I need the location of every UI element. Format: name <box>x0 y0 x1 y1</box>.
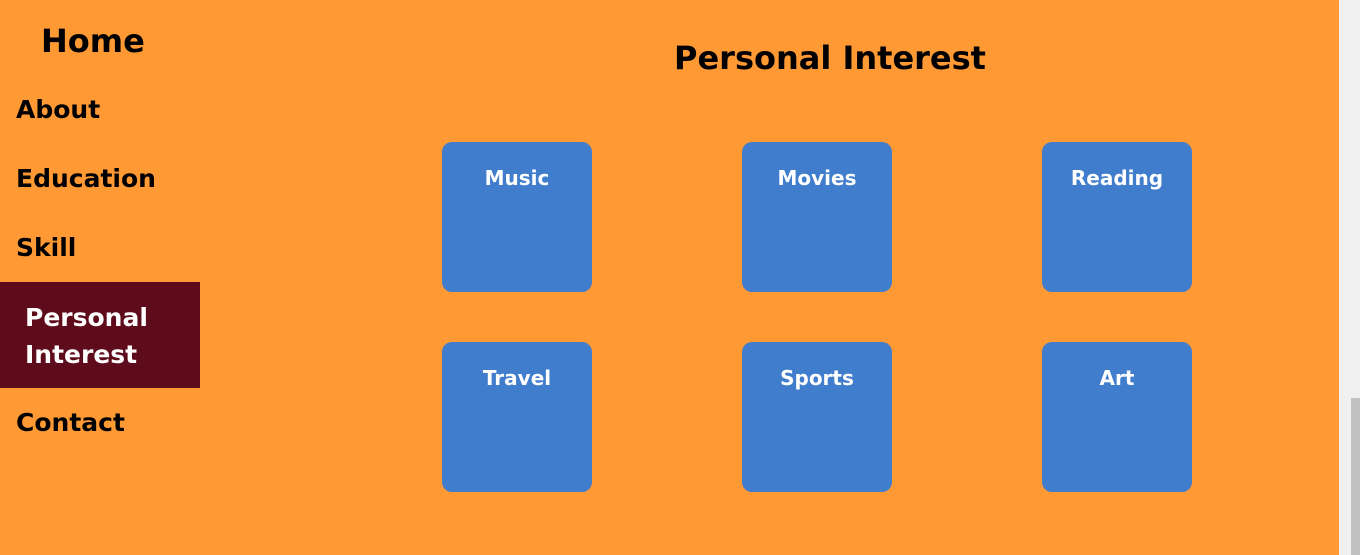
page: Home About Education Skill Personal Inte… <box>0 0 1360 555</box>
interest-card-movies[interactable]: Movies <box>742 142 892 292</box>
interest-card-travel[interactable]: Travel <box>442 342 592 492</box>
sidebar-nav: Home About Education Skill Personal Inte… <box>0 0 200 555</box>
interest-card-music[interactable]: Music <box>442 142 592 292</box>
vertical-scrollbar[interactable] <box>1339 0 1360 555</box>
sidebar-item-education[interactable]: Education <box>0 161 200 197</box>
sidebar-item-label: Skill <box>16 233 77 262</box>
interest-card-label: Movies <box>777 166 857 190</box>
sidebar-item-label-line2: Interest <box>25 340 138 369</box>
scrollbar-thumb[interactable] <box>1351 398 1360 555</box>
sidebar-item-personal-interest[interactable]: Personal Interest <box>0 282 200 388</box>
interest-card-reading[interactable]: Reading <box>1042 142 1192 292</box>
interest-card-art[interactable]: Art <box>1042 342 1192 492</box>
sidebar-item-label: Contact <box>16 408 125 437</box>
sidebar-item-contact[interactable]: Contact <box>0 405 200 441</box>
interest-card-label: Music <box>484 166 550 190</box>
interest-card-label: Sports <box>780 366 854 390</box>
sidebar-item-label: About <box>16 95 101 124</box>
sidebar-item-label: Education <box>16 164 156 193</box>
sidebar-home-link[interactable]: Home <box>41 20 145 62</box>
sidebar-item-label-line1: Personal <box>25 303 148 332</box>
interest-card-label: Art <box>1099 366 1135 390</box>
interest-card-label: Travel <box>482 366 552 390</box>
interest-card-sports[interactable]: Sports <box>742 342 892 492</box>
sidebar-item-about[interactable]: About <box>0 92 200 128</box>
interest-card-label: Reading <box>1070 166 1164 190</box>
page-title: Personal Interest <box>674 39 986 77</box>
sidebar-item-skill[interactable]: Skill <box>0 230 200 266</box>
